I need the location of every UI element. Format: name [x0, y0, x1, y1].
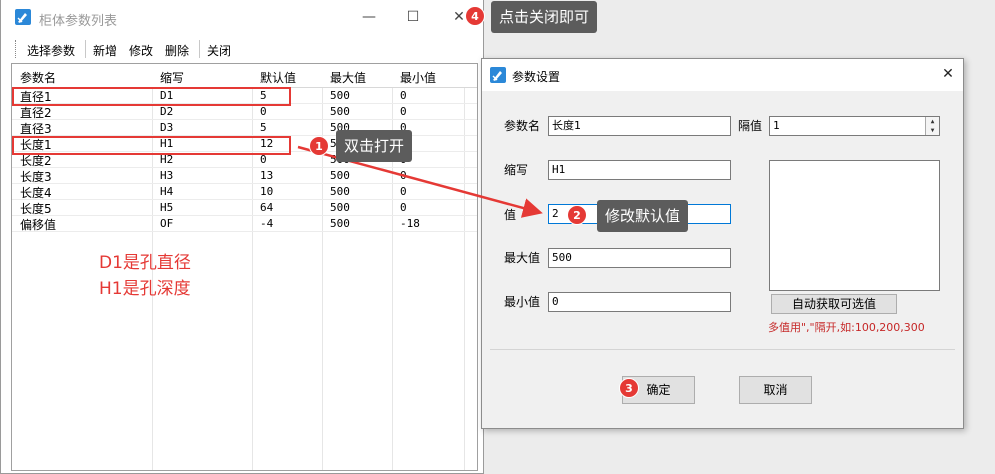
- table-cell: H5: [160, 201, 174, 214]
- table-cell: 500: [330, 169, 350, 182]
- edit-button[interactable]: 修改: [129, 42, 153, 59]
- cancel-button[interactable]: 取消: [739, 376, 812, 404]
- table-cell: 500: [330, 105, 350, 118]
- table-cell: 5: [260, 121, 267, 134]
- app-icon: [15, 9, 31, 25]
- table-cell: H3: [160, 169, 174, 182]
- min-input[interactable]: 0: [548, 292, 731, 312]
- step-badge-3: 3: [619, 378, 639, 398]
- column-header-abbr[interactable]: 缩写: [160, 69, 184, 86]
- column-header-max[interactable]: 最大值: [330, 69, 366, 86]
- table-cell: 0: [260, 105, 267, 118]
- table-row[interactable]: 长度4 H4 10 500 0: [12, 184, 477, 200]
- highlight-row-d1: [12, 87, 291, 106]
- dialog-divider: [490, 349, 955, 350]
- interval-label: 隔值: [738, 119, 763, 133]
- multi-value-hint: 多值用","隔开,如:100,200,300: [768, 321, 925, 334]
- tooltip-click-close: 点击关闭即可: [491, 1, 598, 33]
- options-listbox[interactable]: [769, 160, 940, 291]
- select-param-button[interactable]: 选择参数: [27, 42, 75, 59]
- table-cell: 10: [260, 185, 274, 198]
- close-button[interactable]: 关闭: [207, 42, 231, 59]
- table-row[interactable]: 长度3 H3 13 500 0: [12, 168, 477, 184]
- delete-button[interactable]: 删除: [165, 42, 189, 59]
- table-cell: 长度3: [20, 170, 52, 184]
- table-cell: 0: [400, 169, 407, 182]
- interval-stepper[interactable]: 1 ▲ ▼: [769, 116, 940, 136]
- value-label: 值: [504, 208, 517, 222]
- add-button[interactable]: 新增: [93, 42, 117, 59]
- column-header-min[interactable]: 最小值: [400, 69, 436, 86]
- minimize-icon[interactable]: —: [355, 6, 383, 28]
- auto-get-options-button[interactable]: 自动获取可选值: [771, 294, 897, 314]
- table-cell: 64: [260, 201, 274, 214]
- close-icon[interactable]: ✕: [934, 63, 962, 85]
- toolbar: 选择参数 新增 修改 删除 关闭: [1, 36, 483, 62]
- table-cell: D3: [160, 121, 174, 134]
- table-header: 参数名 缩写 默认值 最大值 最小值: [12, 64, 477, 88]
- table-cell: 13: [260, 169, 274, 182]
- table-cell: OF: [160, 217, 174, 230]
- app-icon: [490, 67, 506, 83]
- interval-value: 1: [773, 119, 780, 132]
- table-row[interactable]: 偏移值 OF -4 500 -18: [12, 216, 477, 232]
- table-row[interactable]: 直径2 D2 0 500 0: [12, 104, 477, 120]
- param-list-window: 柜体参数列表 — ☐ ✕ 选择参数 新增 修改 删除 关闭 参数名 缩写 默认值: [0, 0, 484, 474]
- abbr-input[interactable]: H1: [548, 160, 731, 180]
- column-header-name[interactable]: 参数名: [20, 69, 56, 86]
- tooltip-edit-default: 修改默认值: [597, 200, 689, 232]
- table-cell: D2: [160, 105, 174, 118]
- note-line-h1: H1是孔深度: [99, 279, 191, 299]
- spin-arrows-icon[interactable]: ▲ ▼: [925, 117, 939, 135]
- table-cell: 500: [330, 89, 350, 102]
- abbr-label: 缩写: [504, 163, 529, 177]
- note-line-d1: D1是孔直径: [99, 253, 191, 273]
- table-cell: 0: [400, 89, 407, 102]
- name-input[interactable]: 长度1: [548, 116, 731, 136]
- table-cell: 直径3: [20, 122, 52, 136]
- step-badge-2: 2: [567, 205, 587, 225]
- step-badge-4: 4: [465, 6, 485, 26]
- toolbar-grip: [15, 40, 17, 58]
- table-cell: 长度5: [20, 202, 52, 216]
- main-window-title: 柜体参数列表: [39, 14, 118, 29]
- table-cell: 500: [330, 217, 350, 230]
- table-cell: -18: [400, 217, 420, 230]
- table-cell: 直径2: [20, 106, 52, 120]
- maximize-icon[interactable]: ☐: [399, 6, 427, 28]
- dialog-titlebar[interactable]: 参数设置 ✕: [482, 59, 963, 91]
- toolbar-separator: [85, 40, 86, 58]
- table-cell: 0: [400, 105, 407, 118]
- min-label: 最小值: [504, 295, 541, 309]
- screen: 柜体参数列表 — ☐ ✕ 选择参数 新增 修改 删除 关闭 参数名 缩写 默认值: [0, 0, 995, 474]
- table-cell: 0: [400, 201, 407, 214]
- highlight-row-h1: [12, 136, 291, 155]
- main-titlebar[interactable]: 柜体参数列表 — ☐ ✕: [1, 0, 483, 33]
- table-cell: 500: [330, 185, 350, 198]
- dialog-body: 参数名 长度1 隔值 1 ▲ ▼ 缩写 H1 值 2 最大值 500 最小值 0 …: [482, 91, 963, 428]
- table-cell: 偏移值: [20, 218, 57, 232]
- name-label: 参数名: [504, 119, 541, 133]
- max-input[interactable]: 500: [548, 248, 731, 268]
- table-cell: 0: [400, 185, 407, 198]
- dialog-title: 参数设置: [512, 70, 561, 84]
- step-badge-1: 1: [309, 136, 329, 156]
- toolbar-separator: [199, 40, 200, 58]
- column-header-default[interactable]: 默认值: [260, 69, 296, 86]
- table-cell: 长度4: [20, 186, 52, 200]
- tooltip-double-click: 双击打开: [336, 130, 413, 162]
- param-table[interactable]: 参数名 缩写 默认值 最大值 最小值 直径1 D1 5 500 0 直径2 D2 0 500 0 直…: [11, 63, 478, 471]
- table-cell: 500: [330, 201, 350, 214]
- table-row[interactable]: 长度5 H5 64 500 0: [12, 200, 477, 216]
- param-settings-dialog: 参数设置 ✕ 参数名 长度1 隔值 1 ▲ ▼ 缩写 H1 值 2 最大值 500…: [481, 58, 964, 429]
- table-cell: -4: [260, 217, 274, 230]
- table-cell: H4: [160, 185, 174, 198]
- max-label: 最大值: [504, 251, 541, 265]
